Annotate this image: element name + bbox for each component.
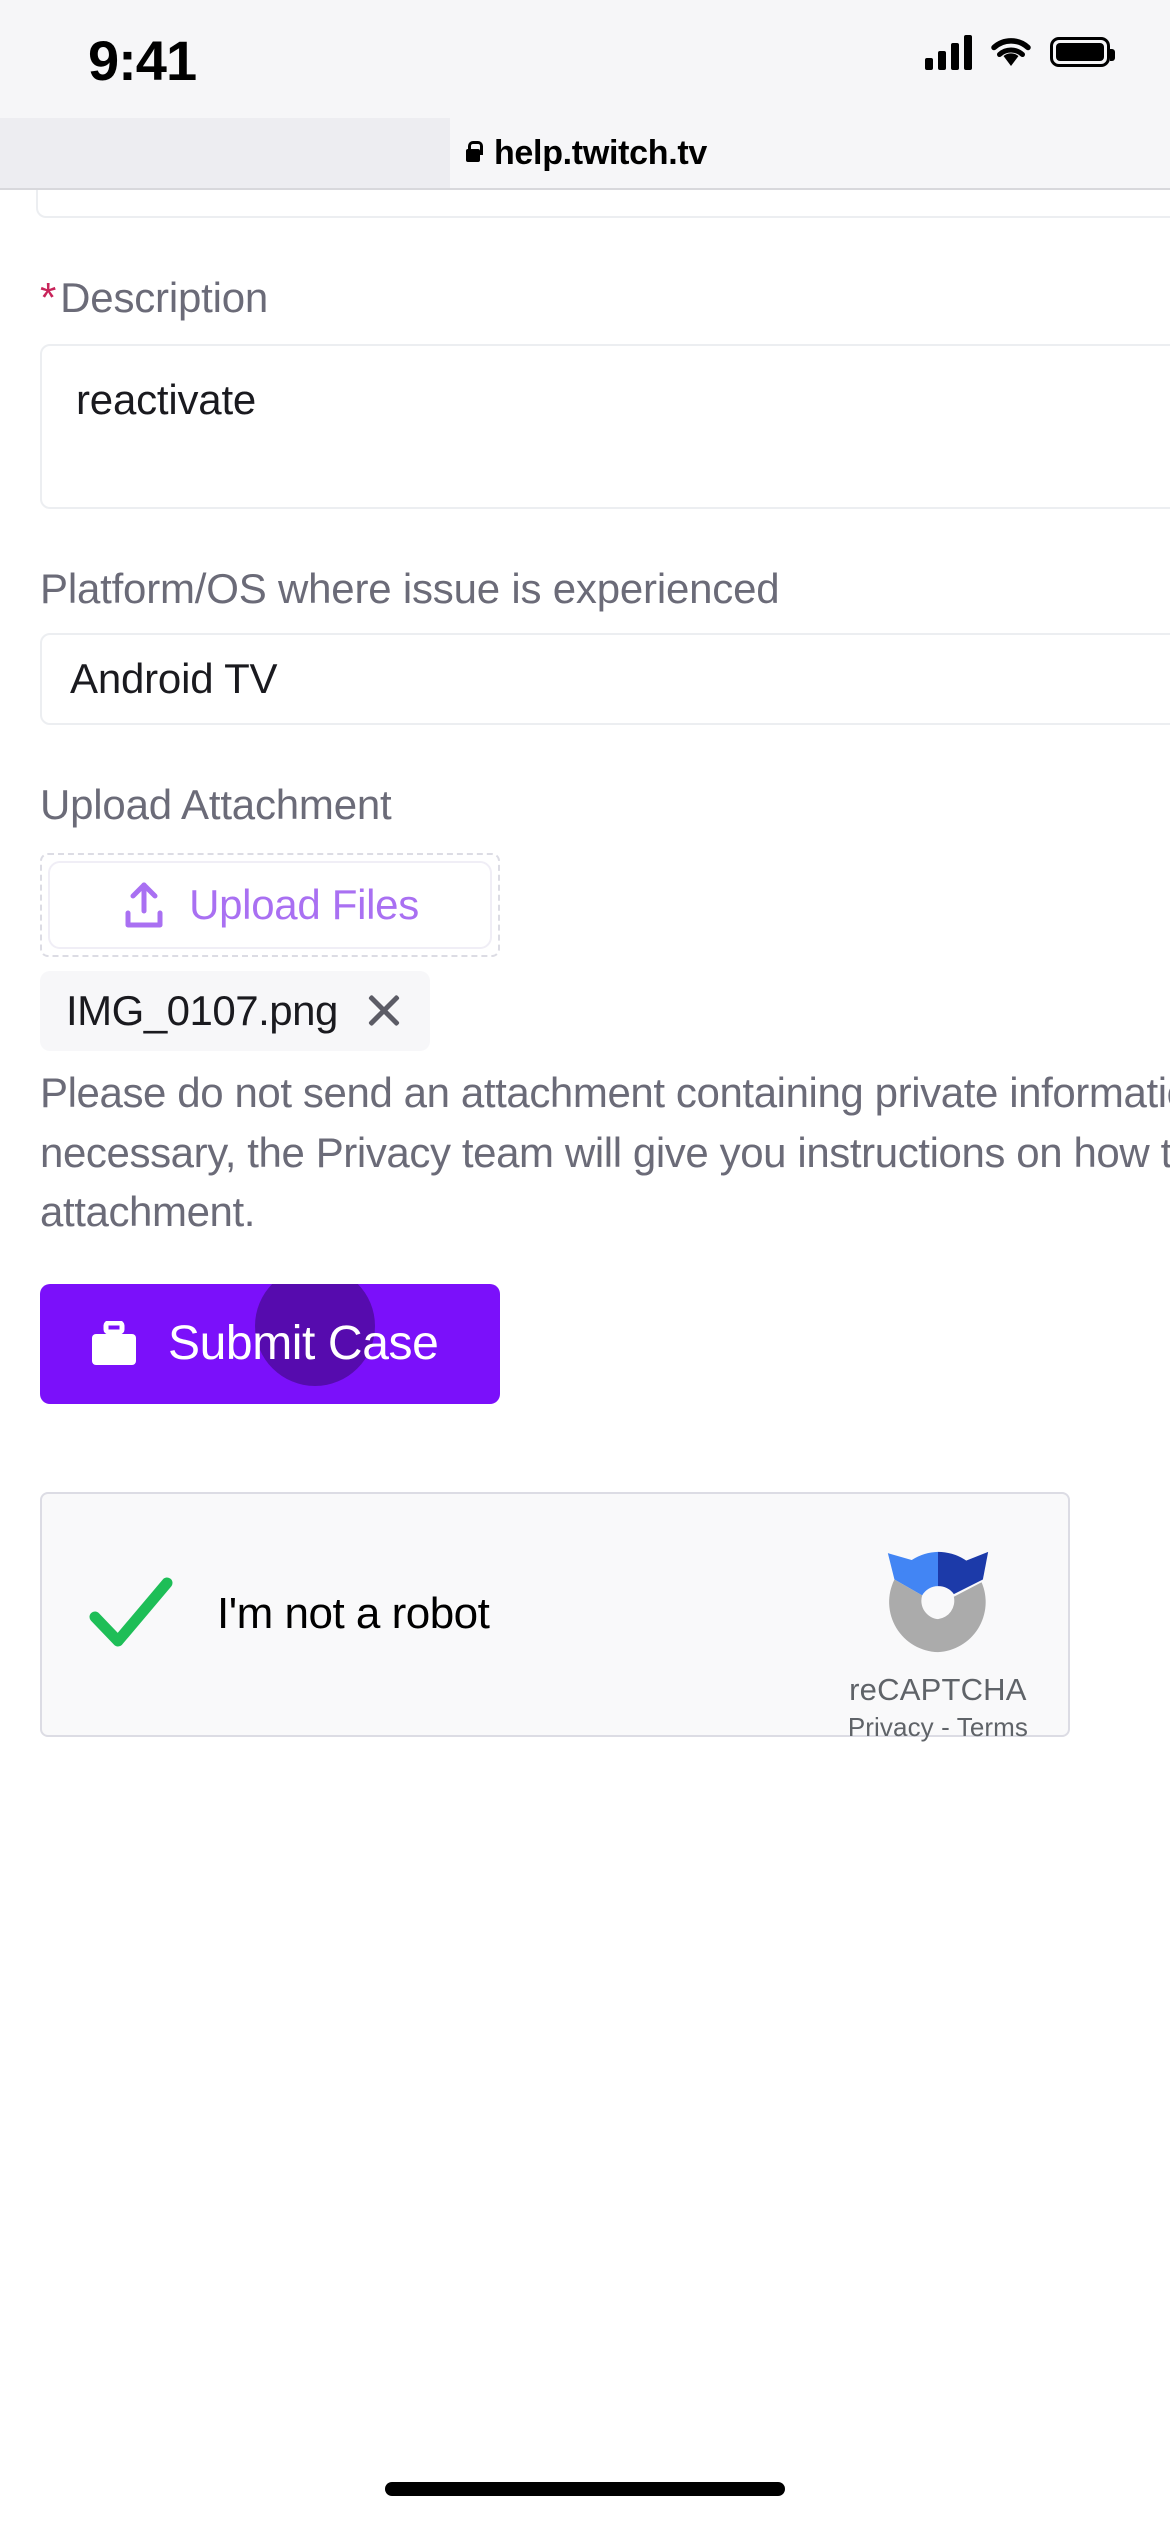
submit-case-label: Submit Case (168, 1317, 439, 1371)
recaptcha-logo-icon (872, 1536, 1004, 1668)
close-x-icon[interactable] (364, 991, 404, 1031)
platform-label: Platform/OS where issue is experienced (40, 565, 780, 612)
green-checkmark-icon[interactable] (83, 1567, 177, 1661)
platform-value: Android TV (70, 655, 278, 702)
lock-icon (463, 140, 484, 166)
cellular-signal-icon (925, 34, 972, 70)
phone-screen: 9:41 help.twitch.tv *Description reactiv… (0, 0, 1170, 2532)
status-bar: 9:41 (0, 0, 1170, 118)
upload-files-label: Upload Files (189, 881, 419, 928)
description-textarea[interactable]: reactivate (40, 344, 1170, 509)
platform-select[interactable]: Android TV (40, 633, 1170, 725)
description-label-text: Description (60, 274, 269, 321)
attached-file-name: IMG_0107.png (66, 987, 338, 1034)
upload-dropzone[interactable]: Upload Files (40, 853, 500, 957)
web-page-content: *Description reactivate Platform/OS wher… (0, 190, 1170, 2450)
description-label: *Description (40, 274, 1170, 322)
required-asterisk: * (40, 274, 57, 321)
home-indicator[interactable] (385, 2482, 785, 2496)
upload-icon (121, 881, 167, 929)
description-value: reactivate (76, 376, 257, 423)
recaptcha-widget[interactable]: I'm not a robot reCAPTCHA Privacy - Term… (40, 1491, 1070, 1742)
recaptcha-legal-links[interactable]: Privacy - Terms (848, 1712, 1028, 1743)
attached-file-chip[interactable]: IMG_0107.png (40, 971, 430, 1051)
status-bar-clock: 9:41 (88, 29, 197, 92)
upload-attachment-label: Upload Attachment (40, 781, 392, 828)
status-bar-indicators (925, 34, 1115, 70)
recaptcha-terms-link[interactable]: Terms (957, 1712, 1028, 1742)
recaptcha-branding: reCAPTCHA Privacy - Terms (848, 1536, 1028, 1743)
recaptcha-separator: - (941, 1711, 950, 1742)
recaptcha-checkbox-label: I'm not a robot (217, 1589, 490, 1639)
briefcase-icon (88, 1320, 140, 1367)
battery-full-icon (1050, 37, 1115, 67)
recaptcha-privacy-link[interactable]: Privacy (848, 1712, 934, 1742)
browser-url-bar[interactable]: help.twitch.tv (0, 118, 1170, 190)
url-text: help.twitch.tv (493, 133, 708, 172)
attachment-privacy-notice: Please do not send an attachment contain… (40, 1069, 1170, 1236)
submit-case-button[interactable]: Submit Case (40, 1283, 500, 1404)
recaptcha-brand-name: reCAPTCHA (849, 1671, 1027, 1707)
previous-field-clipped[interactable] (36, 190, 1170, 218)
url-bar-progress-tint (0, 118, 450, 188)
wifi-icon (990, 36, 1032, 68)
upload-files-button[interactable]: Upload Files (48, 861, 492, 949)
